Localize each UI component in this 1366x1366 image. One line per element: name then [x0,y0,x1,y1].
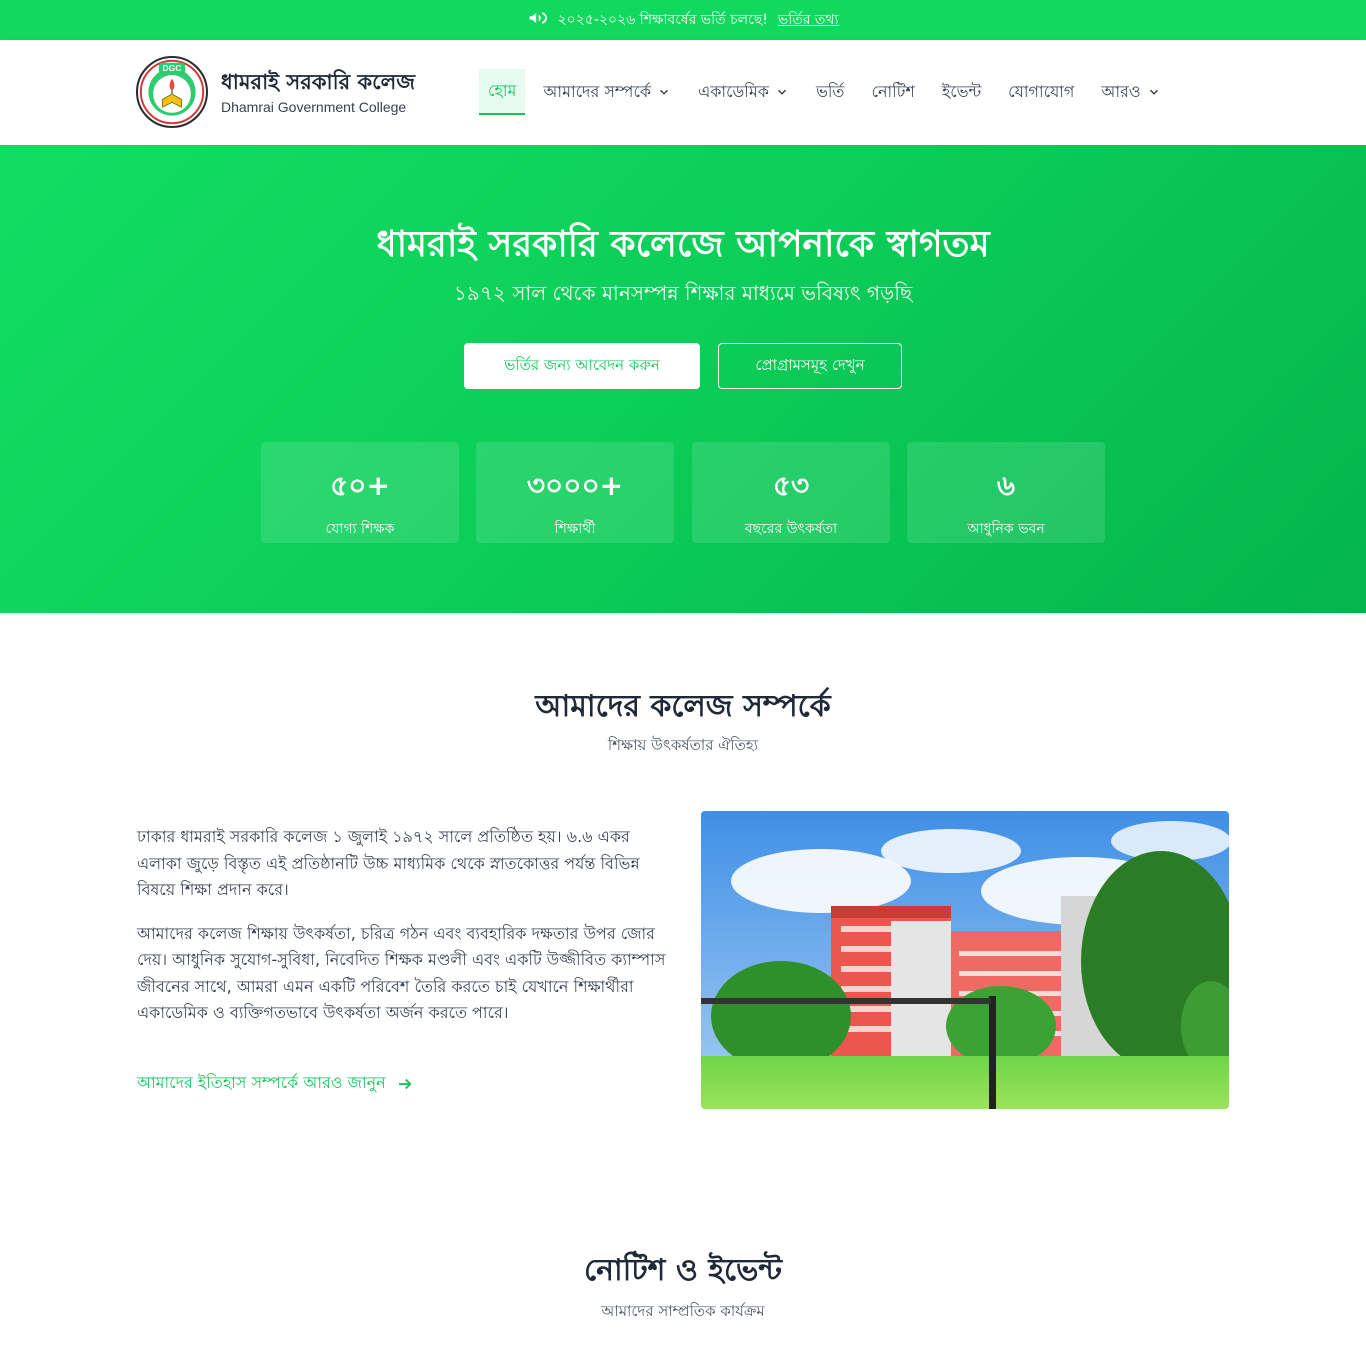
stat-label: আধুনিক ভবন [967,521,1045,537]
view-programs-button[interactable]: প্রোগ্রামসমূহ দেখুন [718,343,902,389]
college-name[interactable]: ধামরাই সরকারি কলেজ [221,66,415,101]
nav-more[interactable]: আরও [1092,69,1169,115]
about-text: ঢাকার ধামরাই সরকারি কলেজ ১ জুলাই ১৯৭২ সা… [137,824,667,1044]
about-section-title: আমাদের কলেজ সম্পর্কে [535,689,831,724]
nav-contact-label: যোগাযোগ [1008,81,1075,101]
main-nav: হোম আমাদের সম্পর্কে একাডেমিক ভর্তি নোটিশ… [479,68,1179,116]
announcement-text: ২০২৫-২০২৬ শিক্ষাবর্ষের ভর্তি চলছে! [557,12,768,28]
hero-title: ধামরাই সরকারি কলেজে আপনাকে স্বাগতম [376,224,990,265]
stat-label: বছরের উৎকর্ষতা [744,521,838,537]
nav-notice-label: নোটিশ [871,81,915,101]
about-section-subtitle: শিক্ষায় উৎকর্ষতার ঐতিহ্য [607,736,759,754]
stat-value: ৫৩ [772,469,810,502]
nav-academic-label: একাডেমিক [698,81,769,101]
chevron-down-icon [777,89,786,95]
svg-text:DGC: DGC [163,63,182,73]
nav-about[interactable]: আমাদের সম্পর্কে [534,69,680,115]
stat-card-students: ৩০০০+ শিক্ষার্থী [476,442,674,543]
nav-academic[interactable]: একাডেমিক [689,69,798,115]
chevron-down-icon [660,89,669,95]
nav-notice[interactable]: নোটিশ [862,69,923,115]
about-paragraph: ঢাকার ধামরাই সরকারি কলেজ ১ জুলাই ১৯৭২ সা… [137,827,640,899]
stat-value: ৫০+ [330,469,390,502]
nav-home[interactable]: হোম [479,69,526,115]
stat-value: ৬ [996,469,1016,502]
nav-more-label: আরও [1101,81,1141,101]
announcement-bar: ২০২৫-২০২৬ শিক্ষাবর্ষের ভর্তি চলছে! ভর্তি… [0,0,1366,40]
megaphone-icon [527,8,548,32]
nav-contact[interactable]: যোগাযোগ [999,69,1083,115]
arrow-right-icon [398,1078,412,1089]
history-link[interactable]: আমাদের ইতিহাস সম্পর্কে আরও জানুন [137,1070,414,1097]
notice-section-title: নোটিশ ও ইভেন্ট [583,1253,783,1288]
nav-home-label: হোম [488,80,517,100]
nav-about-label: আমাদের সম্পর্কে [543,81,652,101]
nav-event-label: ইভেন্ট [941,81,982,101]
stat-value: ৩০০০+ [526,469,624,502]
site-header: DGC ধামরাই সরকারি কলেজ Dhamrai Governmen… [0,40,1366,145]
chevron-down-icon [1149,89,1158,95]
college-name-english: Dhamrai Government College [221,99,407,115]
nav-event[interactable]: ইভেন্ট [933,69,990,115]
stat-label: যোগ্য শিক্ষক [325,521,395,537]
hero-subtitle: ১৯৭২ সাল থেকে মানসম্পন্ন শিক্ষার মাধ্যমে… [453,281,913,305]
admission-info-link[interactable]: ভর্তির তথ্য [778,8,839,32]
history-link-label: আমাদের ইতিহাস সম্পর্কে আরও জানুন [137,1073,386,1092]
notice-section-subtitle: আমাদের সাম্প্রতিক কার্যক্রম [601,1302,765,1320]
campus-photo [701,811,1229,1109]
stat-card-teachers: ৫০+ যোগ্য শিক্ষক [261,442,459,543]
apply-admission-button[interactable]: ভর্তির জন্য আবেদন করুন [464,343,700,389]
nav-admission[interactable]: ভর্তি [807,69,854,115]
hero-section: ধামরাই সরকারি কলেজে আপনাকে স্বাগতম ১৯৭২ … [0,145,1366,613]
stat-card-buildings: ৬ আধুনিক ভবন [907,442,1105,543]
stat-card-years: ৫৩ বছরের উৎকর্ষতা [692,442,890,543]
about-paragraph: আমাদের কলেজ শিক্ষায় উৎকর্ষতা, চরিত্র গঠ… [137,923,666,1023]
stat-label: শিক্ষার্থী [554,521,596,537]
nav-admission-label: ভর্তি [815,81,845,101]
college-logo[interactable]: DGC [136,56,208,128]
